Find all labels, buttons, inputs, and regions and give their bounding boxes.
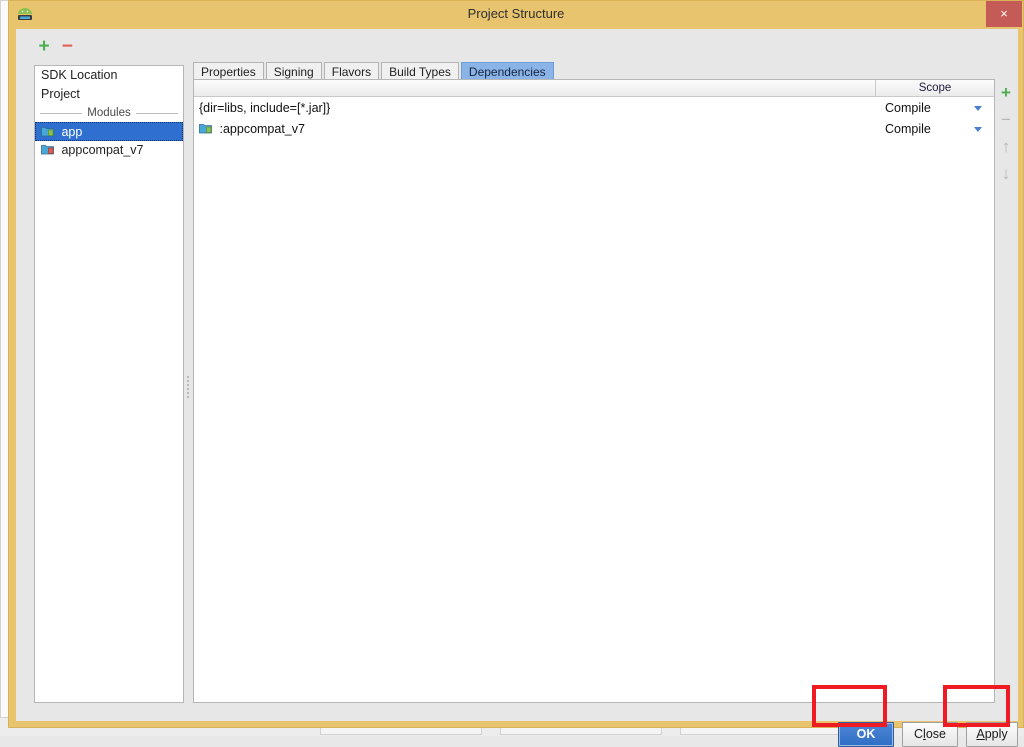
grip-dot (186, 392, 189, 394)
sidebar-item-sdk-location[interactable]: SDK Location (35, 66, 183, 85)
sidebar-item-label: SDK Location (41, 68, 118, 82)
modules-group-label: Modules (87, 107, 131, 119)
project-sections-list[interactable]: SDK Location Project Modules app appcomp… (34, 65, 184, 703)
separator-line-left (40, 112, 83, 114)
close-icon[interactable]: × (986, 1, 1022, 27)
apply-button-label-post: pply (984, 727, 1008, 741)
apply-button[interactable]: Apply (966, 722, 1018, 747)
separator-line-right (135, 112, 178, 114)
ok-button[interactable]: OK (838, 722, 894, 747)
column-header-name[interactable] (194, 80, 876, 96)
remove-module-button[interactable]: − (57, 37, 77, 57)
grip-dot (186, 380, 189, 382)
apply-button-mnemonic: A (976, 727, 985, 741)
chevron-down-icon[interactable] (974, 126, 982, 132)
grip-dot (186, 376, 189, 378)
table-row[interactable]: {dir=libs, include=[*.jar]} Compile (194, 97, 994, 118)
sidebar-item-label: appcompat_v7 (61, 143, 144, 157)
sidebar-item-label: app (61, 125, 83, 139)
grip-dot (186, 384, 189, 386)
dialog-title: Project Structure (467, 6, 565, 21)
tab-properties[interactable]: Properties (193, 62, 264, 80)
dialog-titlebar: Project Structure × (9, 1, 1023, 29)
module-toolbar: + − (34, 37, 182, 59)
remove-dependency-button[interactable]: − (995, 106, 1017, 133)
dependency-name: :appcompat_v7 (194, 122, 876, 136)
tab-flavors[interactable]: Flavors (323, 62, 380, 80)
close-button[interactable]: Close (902, 722, 958, 747)
table-header-row: Scope (194, 80, 994, 97)
module-folder-green-icon (41, 124, 54, 137)
sidebar-item-label: Project (41, 87, 80, 101)
dependency-scope-cell[interactable]: Compile (876, 101, 994, 115)
modules-group-separator: Modules (35, 104, 183, 122)
dependency-name: {dir=libs, include=[*.jar]} (199, 100, 331, 115)
dialog-body: + − SDK Location Project Modules app app… (16, 29, 1018, 747)
settings-tabstrip: Properties Signing Flavors Build Types D… (193, 60, 556, 80)
dependency-toolbar: + − ↑ ↓ (995, 79, 1017, 189)
grip-dot (186, 396, 189, 398)
sidebar-item-project[interactable]: Project (35, 85, 183, 104)
dependency-scope-value: Compile (885, 100, 931, 115)
dependencies-table[interactable]: Scope {dir=libs, include=[*.jar]} Compil… (193, 79, 995, 703)
tab-signing[interactable]: Signing (265, 62, 322, 80)
panel-splitter-handle[interactable] (185, 374, 190, 408)
sidebar-item-appcompat-v7[interactable]: appcompat_v7 (35, 141, 183, 160)
column-header-scope[interactable]: Scope (876, 80, 994, 96)
module-folder-red-icon (41, 142, 54, 155)
project-structure-dialog: Project Structure × + − SDK Location Pro… (8, 0, 1024, 747)
move-down-button[interactable]: ↓ (995, 160, 1017, 187)
add-module-button[interactable]: + (34, 37, 54, 57)
move-up-button[interactable]: ↑ (995, 133, 1017, 160)
sidebar-item-app[interactable]: app (35, 122, 183, 141)
close-button-label-pre: C (914, 727, 924, 741)
tab-build-types[interactable]: Build Types (381, 62, 459, 80)
dependency-name-label: :appcompat_v7 (219, 121, 305, 136)
module-folder-green-icon (199, 123, 212, 134)
table-row[interactable]: :appcompat_v7 Compile (194, 118, 994, 139)
dependency-scope-cell[interactable]: Compile (876, 122, 994, 136)
chevron-down-icon[interactable] (974, 105, 982, 111)
tab-dependencies[interactable]: Dependencies (460, 62, 554, 80)
grip-dot (186, 388, 189, 390)
add-dependency-button[interactable]: + (995, 79, 1017, 106)
dependency-scope-value: Compile (885, 121, 931, 136)
close-button-label-post: ose (925, 727, 946, 741)
